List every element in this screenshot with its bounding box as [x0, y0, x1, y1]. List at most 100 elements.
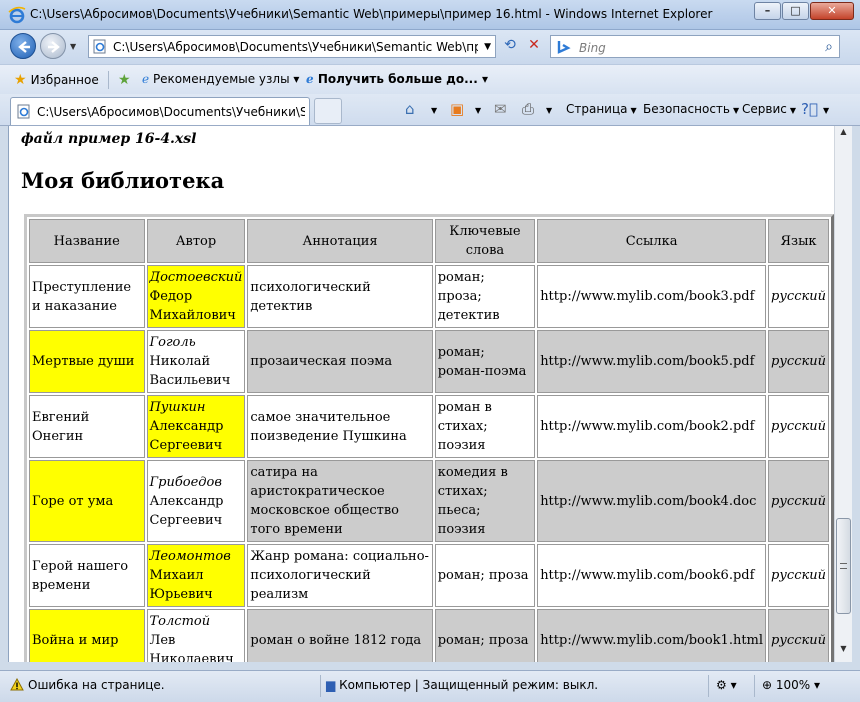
author-last-name: Толстой: [149, 614, 211, 629]
header-language: Язык: [768, 219, 829, 263]
cell-author: Леомонтов Михаил Юрьевич: [146, 544, 246, 607]
stop-icon[interactable]: ✕: [524, 37, 544, 57]
table-row: Герой нашего времени Леомонтов Михаил Юрь…: [29, 544, 829, 607]
new-tab-button[interactable]: [314, 98, 342, 124]
grip-icon: [840, 563, 847, 569]
cell-annotation: самое значительное поизведение Пушкина: [247, 395, 433, 458]
author-first-name: Федор Михайлович: [149, 289, 236, 323]
author-last-name: Леомонтов: [149, 549, 231, 564]
cell-language: русский: [768, 544, 829, 607]
cell-title: Евгений Онегин: [29, 395, 145, 458]
cell-keywords: роман в стихах; поэзия: [434, 395, 536, 458]
minimize-button[interactable]: –: [754, 2, 781, 20]
print-icon[interactable]: ⎙: [522, 100, 534, 118]
cell-language: русский: [768, 265, 829, 328]
bing-icon: [557, 41, 571, 54]
header-link: Ссылка: [537, 219, 767, 263]
cell-language: русский: [768, 395, 829, 458]
help-icon[interactable]: ?⃝: [801, 100, 818, 118]
cell-author: Толстой Лев Николаевич: [146, 609, 246, 662]
address-dropdown-icon[interactable]: ▼: [484, 42, 491, 52]
protected-mode-icon[interactable]: ⚙ ▾: [716, 678, 737, 692]
cell-annotation: сатира на аристократическое московское о…: [247, 460, 433, 542]
cell-link: http://www.mylib.com/book4.doc: [537, 460, 767, 542]
maximize-button[interactable]: □: [782, 2, 809, 20]
scroll-down-icon[interactable]: ▼: [836, 644, 851, 661]
favorite-link-get-more-addons[interactable]: ℯ Получить больше до... ▾: [306, 72, 488, 86]
close-window-button[interactable]: ✕: [810, 2, 854, 20]
search-icon[interactable]: ⌕: [825, 39, 833, 55]
print-dropdown-icon[interactable]: ▼: [543, 102, 552, 116]
author-last-name: Гоголь: [149, 335, 196, 350]
cell-title: Герой нашего времени: [29, 544, 145, 607]
cell-author: Достоевский Федор Михайлович: [146, 265, 246, 328]
scroll-thumb[interactable]: [836, 518, 851, 614]
cell-author: Гоголь Николай Васильевич: [146, 330, 246, 393]
maximize-icon: □: [790, 4, 801, 17]
cell-language: русский: [768, 609, 829, 662]
window-titlebar[interactable]: C:\Users\Абросимов\Documents\Учебники\Se…: [0, 0, 860, 30]
author-first-name: Михаил Юрьевич: [149, 568, 213, 602]
favorite-link-suggested-sites[interactable]: ℯ Рекомендуемые узлы ▾: [142, 72, 299, 86]
recent-pages-dropdown-icon[interactable]: ▼: [70, 42, 76, 51]
cell-link: http://www.mylib.com/book2.pdf: [537, 395, 767, 458]
tab-current-page[interactable]: C:\Users\Абросимов\Documents\Учебники\Se…: [10, 97, 310, 125]
address-field[interactable]: C:\Users\Абросимов\Documents\Учебники\Se…: [88, 35, 496, 58]
page-error-status[interactable]: Ошибка на странице.: [10, 678, 165, 692]
author-first-name: Александр Сергеевич: [149, 419, 224, 453]
favorites-button[interactable]: ★ Избранное: [14, 72, 99, 88]
cell-keywords: роман; проза: [434, 544, 536, 607]
table-row: Преступление и наказание Достоевский Федо…: [29, 265, 829, 328]
page-title: Моя библиотека: [21, 168, 225, 193]
author-last-name: Пушкин: [149, 400, 206, 415]
security-zone-status[interactable]: ▆ Компьютер | Защищенный режим: выкл.: [326, 678, 598, 692]
table-row: Мертвые души Гоголь Николай Васильевич пр…: [29, 330, 829, 393]
minimize-icon: –: [764, 4, 771, 17]
cell-annotation: Жанр романа: социально-психологический р…: [247, 544, 433, 607]
help-dropdown-icon[interactable]: ▼: [820, 102, 829, 116]
mail-icon[interactable]: ✉: [494, 100, 507, 118]
cell-title: Война и мир: [29, 609, 145, 662]
rss-feed-icon[interactable]: ▣: [450, 100, 464, 118]
cell-title: Горе от ума: [29, 460, 145, 542]
cell-language: русский: [768, 460, 829, 542]
search-field[interactable]: Bing ⌕: [550, 35, 840, 58]
zoom-control[interactable]: ⊕ 100% ▾: [762, 678, 820, 692]
cell-author: Грибоедов Александр Сергеевич: [146, 460, 246, 542]
cell-link: http://www.mylib.com/book3.pdf: [537, 265, 767, 328]
author-first-name: Лев Николаевич: [149, 633, 234, 662]
address-url: C:\Users\Абросимов\Documents\Учебники\Se…: [113, 40, 478, 54]
cell-link: http://www.mylib.com/book6.pdf: [537, 544, 767, 607]
author-first-name: Александр Сергеевич: [149, 493, 224, 528]
page-menu[interactable]: Страница ▼: [566, 102, 637, 116]
tab-bar: C:\Users\Абросимов\Documents\Учебники\Se…: [0, 94, 860, 126]
tools-menu[interactable]: Сервис ▼: [742, 102, 796, 116]
scroll-up-icon[interactable]: ▲: [836, 127, 851, 144]
header-title: Название: [29, 219, 145, 263]
cell-language: русский: [768, 330, 829, 393]
author-last-name: Достоевский: [149, 270, 243, 285]
add-favorite-icon[interactable]: ★: [118, 72, 135, 88]
search-placeholder: Bing: [579, 41, 606, 55]
header-author: Автор: [146, 219, 246, 263]
separator: [320, 675, 321, 697]
vertical-scrollbar[interactable]: ▲ ▼: [834, 126, 852, 662]
status-bar: Ошибка на странице. ▆ Компьютер | Защище…: [0, 670, 860, 702]
separator: [754, 675, 755, 697]
refresh-icon[interactable]: ⟲: [500, 37, 520, 57]
safety-menu[interactable]: Безопасность ▼: [643, 102, 739, 116]
cell-annotation: роман о войне 1812 года: [247, 609, 433, 662]
separator: [108, 71, 109, 89]
separator: [708, 675, 709, 697]
forward-arrow-icon: [48, 41, 60, 53]
home-dropdown-icon[interactable]: ▼: [428, 102, 437, 116]
author-last-name: Грибоедов: [149, 474, 222, 490]
feed-dropdown-icon[interactable]: ▼: [472, 102, 481, 116]
forward-button[interactable]: [40, 33, 66, 59]
cell-keywords: комедия в стихах; пьеса; поэзия: [434, 460, 536, 542]
back-button[interactable]: [10, 33, 36, 59]
cell-keywords: роман; проза; детектив: [434, 265, 536, 328]
table-row: Горе от ума Грибоедов Александр Сергеевич…: [29, 460, 829, 542]
home-icon[interactable]: ⌂: [405, 100, 415, 118]
page-icon: [17, 104, 30, 119]
